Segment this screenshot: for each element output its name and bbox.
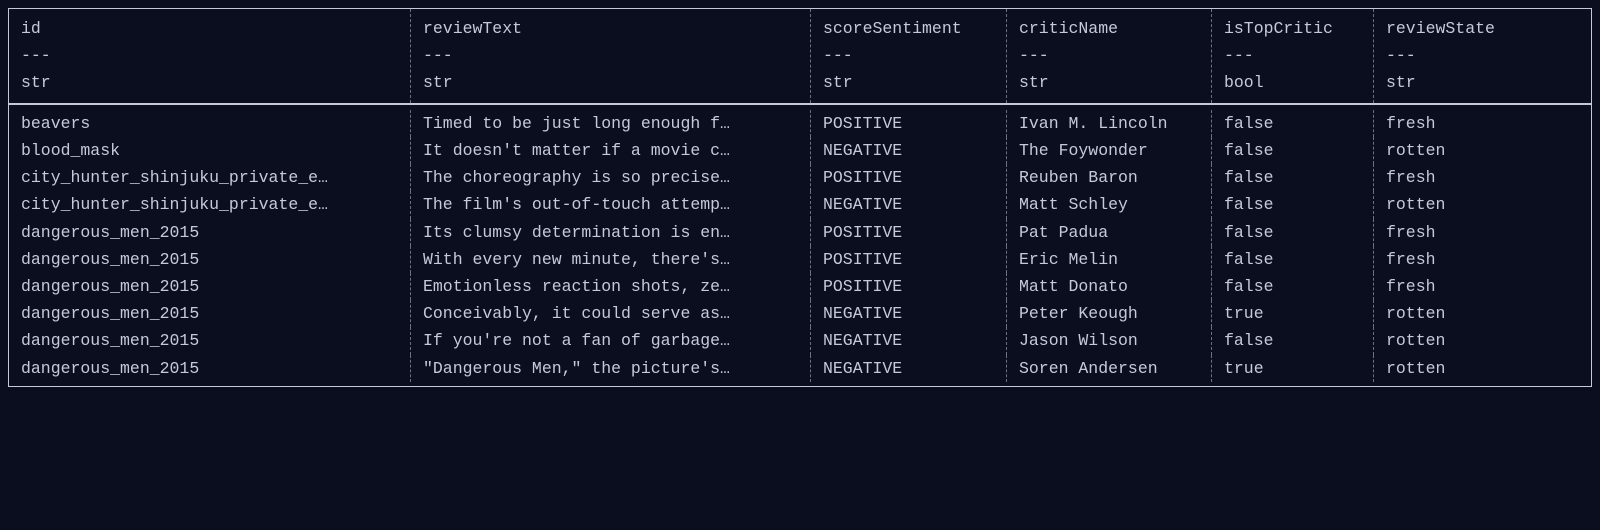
column-name: reviewState bbox=[1386, 15, 1527, 42]
column-header-istopcritic: isTopCritic --- bool bbox=[1212, 9, 1374, 103]
cell-reviewtext: With every new minute, there's… bbox=[411, 246, 811, 273]
cell-reviewstate: fresh bbox=[1374, 246, 1539, 273]
cell-reviewstate: fresh bbox=[1374, 273, 1539, 300]
cell-scoresentiment: NEGATIVE bbox=[811, 300, 1007, 327]
table-row: dangerous_men_2015Emotionless reaction s… bbox=[9, 273, 1591, 300]
data-table: id --- str reviewText --- str scoreSenti… bbox=[8, 8, 1592, 387]
cell-criticname: The Foywonder bbox=[1007, 137, 1212, 164]
cell-id: blood_mask bbox=[9, 137, 411, 164]
cell-istopcritic: false bbox=[1212, 246, 1374, 273]
cell-id: dangerous_men_2015 bbox=[9, 219, 411, 246]
cell-reviewtext: The film's out-of-touch attemp… bbox=[411, 191, 811, 218]
cell-istopcritic: false bbox=[1212, 191, 1374, 218]
cell-reviewstate: fresh bbox=[1374, 219, 1539, 246]
column-name: scoreSentiment bbox=[823, 15, 994, 42]
column-type: str bbox=[1386, 69, 1527, 96]
column-sep: --- bbox=[1386, 42, 1527, 69]
cell-istopcritic: false bbox=[1212, 219, 1374, 246]
column-name: isTopCritic bbox=[1224, 15, 1361, 42]
column-name: criticName bbox=[1019, 15, 1199, 42]
column-name: id bbox=[21, 15, 398, 42]
column-sep: --- bbox=[423, 42, 798, 69]
column-header-scoresentiment: scoreSentiment --- str bbox=[811, 9, 1007, 103]
cell-scoresentiment: POSITIVE bbox=[811, 273, 1007, 300]
cell-reviewstate: rotten bbox=[1374, 137, 1539, 164]
cell-istopcritic: true bbox=[1212, 300, 1374, 327]
cell-id: city_hunter_shinjuku_private_e… bbox=[9, 164, 411, 191]
cell-criticname: Jason Wilson bbox=[1007, 327, 1212, 354]
cell-criticname: Eric Melin bbox=[1007, 246, 1212, 273]
cell-reviewstate: rotten bbox=[1374, 327, 1539, 354]
cell-istopcritic: false bbox=[1212, 273, 1374, 300]
column-sep: --- bbox=[1019, 42, 1199, 69]
cell-scoresentiment: NEGATIVE bbox=[811, 137, 1007, 164]
column-sep: --- bbox=[21, 42, 398, 69]
table-row: dangerous_men_2015Conceivably, it could … bbox=[9, 300, 1591, 327]
cell-reviewtext: "Dangerous Men," the picture's… bbox=[411, 355, 811, 382]
column-type: str bbox=[823, 69, 994, 96]
cell-id: beavers bbox=[9, 110, 411, 137]
column-name: reviewText bbox=[423, 15, 798, 42]
table-row: city_hunter_shinjuku_private_e…The film'… bbox=[9, 191, 1591, 218]
cell-reviewtext: Emotionless reaction shots, ze… bbox=[411, 273, 811, 300]
cell-criticname: Matt Donato bbox=[1007, 273, 1212, 300]
cell-scoresentiment: POSITIVE bbox=[811, 110, 1007, 137]
cell-criticname: Reuben Baron bbox=[1007, 164, 1212, 191]
cell-reviewstate: rotten bbox=[1374, 300, 1539, 327]
cell-criticname: Soren Andersen bbox=[1007, 355, 1212, 382]
cell-reviewstate: fresh bbox=[1374, 164, 1539, 191]
cell-id: dangerous_men_2015 bbox=[9, 327, 411, 354]
column-type: str bbox=[1019, 69, 1199, 96]
cell-scoresentiment: POSITIVE bbox=[811, 219, 1007, 246]
table-row: dangerous_men_2015"Dangerous Men," the p… bbox=[9, 355, 1591, 382]
cell-id: dangerous_men_2015 bbox=[9, 246, 411, 273]
table-body: beaversTimed to be just long enough f…PO… bbox=[9, 104, 1591, 386]
cell-reviewstate: rotten bbox=[1374, 355, 1539, 382]
cell-criticname: Ivan M. Lincoln bbox=[1007, 110, 1212, 137]
cell-scoresentiment: NEGATIVE bbox=[811, 191, 1007, 218]
cell-scoresentiment: POSITIVE bbox=[811, 164, 1007, 191]
cell-id: city_hunter_shinjuku_private_e… bbox=[9, 191, 411, 218]
column-sep: --- bbox=[823, 42, 994, 69]
table-row: blood_maskIt doesn't matter if a movie c… bbox=[9, 137, 1591, 164]
cell-scoresentiment: POSITIVE bbox=[811, 246, 1007, 273]
cell-istopcritic: false bbox=[1212, 110, 1374, 137]
cell-scoresentiment: NEGATIVE bbox=[811, 355, 1007, 382]
cell-istopcritic: true bbox=[1212, 355, 1374, 382]
column-type: str bbox=[21, 69, 398, 96]
table-row: dangerous_men_2015With every new minute,… bbox=[9, 246, 1591, 273]
cell-istopcritic: false bbox=[1212, 164, 1374, 191]
column-sep: --- bbox=[1224, 42, 1361, 69]
column-header-criticname: criticName --- str bbox=[1007, 9, 1212, 103]
table-row: city_hunter_shinjuku_private_e…The chore… bbox=[9, 164, 1591, 191]
cell-reviewstate: rotten bbox=[1374, 191, 1539, 218]
cell-reviewtext: Conceivably, it could serve as… bbox=[411, 300, 811, 327]
cell-reviewtext: Its clumsy determination is en… bbox=[411, 219, 811, 246]
cell-istopcritic: false bbox=[1212, 327, 1374, 354]
cell-reviewtext: The choreography is so precise… bbox=[411, 164, 811, 191]
cell-reviewstate: fresh bbox=[1374, 110, 1539, 137]
column-type: str bbox=[423, 69, 798, 96]
cell-criticname: Pat Padua bbox=[1007, 219, 1212, 246]
column-header-reviewstate: reviewState --- str bbox=[1374, 9, 1539, 103]
table-row: dangerous_men_2015Its clumsy determinati… bbox=[9, 219, 1591, 246]
cell-criticname: Peter Keough bbox=[1007, 300, 1212, 327]
cell-id: dangerous_men_2015 bbox=[9, 355, 411, 382]
cell-istopcritic: false bbox=[1212, 137, 1374, 164]
cell-id: dangerous_men_2015 bbox=[9, 300, 411, 327]
cell-criticname: Matt Schley bbox=[1007, 191, 1212, 218]
column-header-id: id --- str bbox=[9, 9, 411, 103]
cell-reviewtext: Timed to be just long enough f… bbox=[411, 110, 811, 137]
column-type: bool bbox=[1224, 69, 1361, 96]
table-row: dangerous_men_2015If you're not a fan of… bbox=[9, 327, 1591, 354]
cell-scoresentiment: NEGATIVE bbox=[811, 327, 1007, 354]
cell-reviewtext: It doesn't matter if a movie c… bbox=[411, 137, 811, 164]
cell-id: dangerous_men_2015 bbox=[9, 273, 411, 300]
cell-reviewtext: If you're not a fan of garbage… bbox=[411, 327, 811, 354]
column-header-reviewtext: reviewText --- str bbox=[411, 9, 811, 103]
table-row: beaversTimed to be just long enough f…PO… bbox=[9, 110, 1591, 137]
table-header: id --- str reviewText --- str scoreSenti… bbox=[9, 9, 1591, 104]
